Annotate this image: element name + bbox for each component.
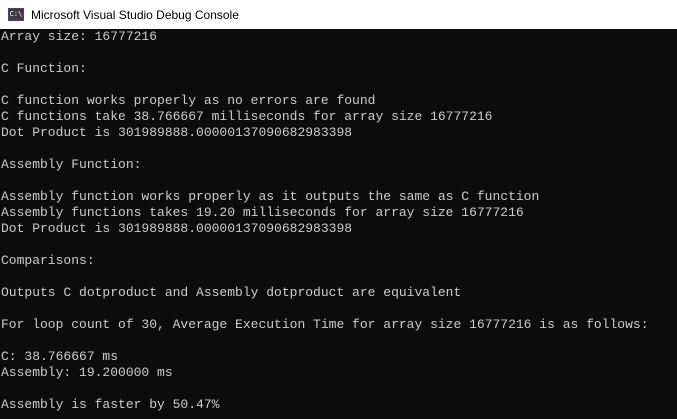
console-line: C functions take 38.766667 milliseconds … [1, 109, 493, 124]
console-line: Outputs C dotproduct and Assembly dotpro… [1, 285, 462, 300]
console-line: Dot Product is 301989888.000001370906829… [1, 221, 353, 236]
console-line: Assembly function works properly as it o… [1, 189, 540, 204]
console-line: C: 38.766667 ms [1, 349, 119, 364]
console-output[interactable]: Array size: 16777216 C Function: C funct… [0, 29, 677, 419]
console-line: C function works properly as no errors a… [1, 93, 376, 108]
console-line: Assembly Function: [1, 157, 142, 172]
console-line: For loop count of 30, Average Execution … [1, 317, 649, 332]
console-line: Dot Product is 301989888.000001370906829… [1, 125, 353, 140]
title-bar[interactable]: C:\ Microsoft Visual Studio Debug Consol… [0, 0, 677, 29]
window-title: Microsoft Visual Studio Debug Console [31, 7, 239, 22]
debug-console-window: C:\ Microsoft Visual Studio Debug Consol… [0, 0, 677, 419]
console-line: Comparisons: [1, 253, 95, 268]
console-line: Array size: 16777216 [1, 29, 158, 44]
console-app-icon: C:\ [8, 8, 24, 21]
console-line: Assembly is faster by 50.47% [1, 397, 220, 412]
console-line: Assembly functions takes 19.20 milliseco… [1, 205, 524, 220]
console-line: C Function: [1, 61, 87, 76]
console-line: Assembly: 19.200000 ms [1, 365, 173, 380]
